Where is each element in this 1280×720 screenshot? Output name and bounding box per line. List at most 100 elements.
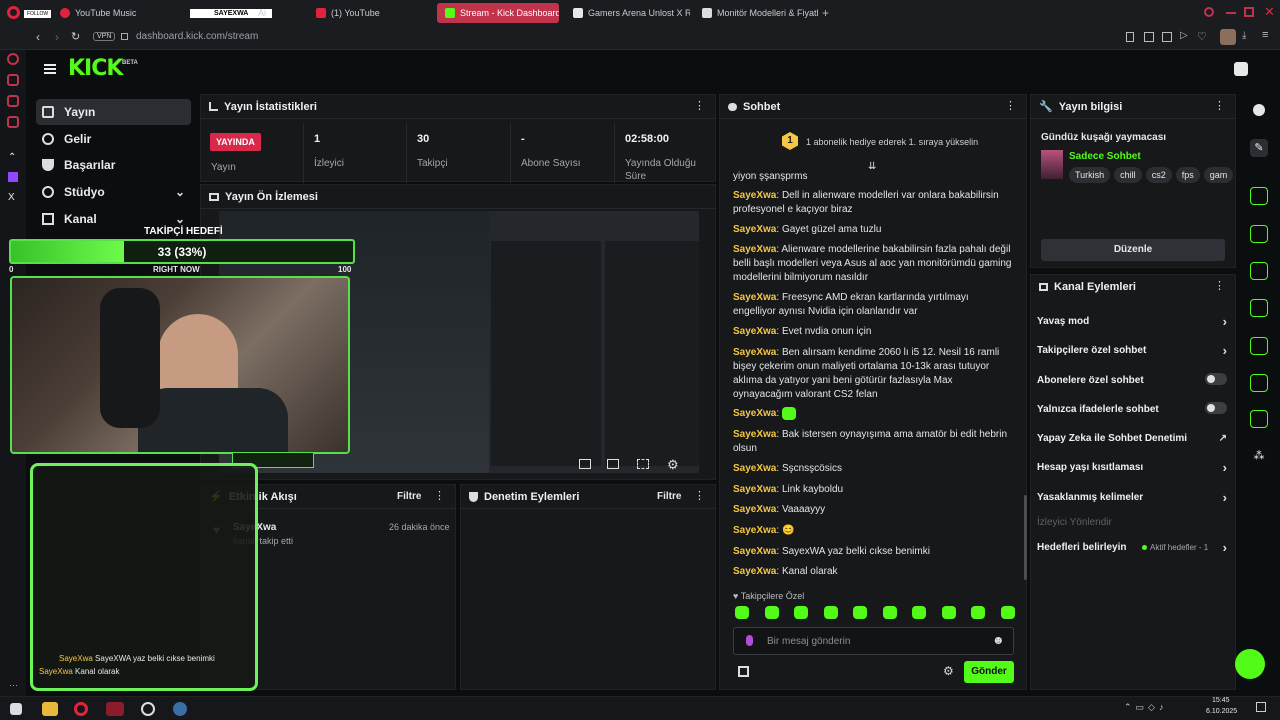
send-button[interactable]: Gönder xyxy=(964,661,1014,683)
chat-username[interactable]: SayeXwa xyxy=(733,546,776,557)
chat-bubble-icon[interactable] xyxy=(1250,299,1268,317)
reload-icon[interactable]: ↻ xyxy=(71,30,80,43)
layers-icon[interactable] xyxy=(1250,374,1268,392)
filter-button[interactable]: Filtre xyxy=(657,491,681,502)
chat-username[interactable]: SayeXwa xyxy=(733,525,776,536)
filter-button[interactable]: Filtre xyxy=(397,491,421,502)
fullscreen-icon[interactable] xyxy=(637,459,649,469)
menu-icon[interactable]: ≡ xyxy=(1262,29,1268,41)
more-options-icon[interactable]: ⋮ xyxy=(434,491,445,502)
chat-username[interactable]: SayeXwa xyxy=(733,190,776,201)
chat-input[interactable]: Bir mesaj gönderin ☻ xyxy=(733,627,1014,655)
microphone-icon[interactable] xyxy=(746,635,753,646)
chat-username[interactable]: SayeXwa xyxy=(733,566,776,577)
support-headset-icon[interactable] xyxy=(1235,649,1265,679)
tag[interactable]: Turkish xyxy=(1069,167,1111,183)
speed-dial-icon[interactable] xyxy=(7,53,19,65)
emote-icon[interactable] xyxy=(794,606,809,619)
chat-username[interactable]: SayeXwa xyxy=(733,429,776,440)
tab-youtube-music[interactable]: YouTube Music xyxy=(52,3,182,23)
vpn-badge[interactable]: VPN xyxy=(93,32,116,41)
twitch-icon[interactable] xyxy=(8,172,18,182)
more-options-icon[interactable]: ⋮ xyxy=(1214,101,1225,112)
wrench-icon[interactable] xyxy=(1250,410,1268,428)
profile-avatar[interactable] xyxy=(1220,29,1236,45)
category-thumbnail[interactable] xyxy=(1041,150,1063,179)
emote-icon[interactable] xyxy=(735,606,749,619)
document-icon[interactable] xyxy=(1250,262,1268,280)
instagram-icon[interactable] xyxy=(7,116,19,128)
subscribers-only-toggle[interactable] xyxy=(1205,373,1227,385)
action-slow-mode[interactable]: Yavaş mod › xyxy=(1037,314,1227,329)
nav-item-yayin[interactable]: Yayın xyxy=(36,99,191,125)
tag[interactable]: cs2 xyxy=(1145,167,1172,183)
user-menu-icon[interactable] xyxy=(1234,62,1248,76)
system-tray[interactable]: ⌃▭◇♪ xyxy=(1124,702,1204,714)
steam-icon[interactable] xyxy=(173,702,187,716)
bolt-icon[interactable] xyxy=(1250,225,1268,243)
extensions-icon[interactable] xyxy=(1162,32,1172,42)
chat-username[interactable]: SayeXwa xyxy=(733,292,776,303)
tag[interactable]: fps xyxy=(1175,167,1200,183)
action-ai-moderation[interactable]: Yapay Zeka ile Sohbet Denetimi ↗ xyxy=(1037,433,1227,444)
info-icon[interactable] xyxy=(1250,101,1268,119)
emote-icon[interactable] xyxy=(882,606,897,619)
notifications-icon[interactable] xyxy=(1256,702,1266,712)
more-options-icon[interactable]: ⋮ xyxy=(694,491,705,502)
tab-ai[interactable]: Ai xyxy=(250,3,305,23)
tab-youtube[interactable]: (1) YouTube xyxy=(308,3,428,23)
emote-icon[interactable] xyxy=(853,606,868,619)
tab-kick-dashboard[interactable]: Stream - Kick Dashboard xyxy=(437,3,559,23)
minimize-icon[interactable] xyxy=(1226,12,1236,14)
chat-username[interactable]: SayeXwa xyxy=(733,463,776,474)
emote-icon[interactable] xyxy=(941,606,956,619)
emotes-only-toggle[interactable] xyxy=(1205,402,1227,414)
action-banned-words[interactable]: Yasaklanmış kelimeler › xyxy=(1037,490,1227,505)
broadcast-signal-icon[interactable] xyxy=(1250,337,1268,355)
nav-item-studyo[interactable]: Stüdyo ⌄ xyxy=(36,179,191,205)
hamburger-icon[interactable] xyxy=(44,64,56,74)
messenger-icon[interactable] xyxy=(7,95,19,107)
voicemeeter-icon[interactable] xyxy=(106,702,124,716)
more-options-icon[interactable]: ⋮ xyxy=(1214,281,1225,292)
opera-taskbar-icon[interactable] xyxy=(74,702,88,716)
kick-logo[interactable]: KICK xyxy=(68,56,123,81)
snapshot-icon[interactable] xyxy=(1144,32,1154,42)
pip-icon[interactable] xyxy=(579,459,591,469)
download-icon[interactable]: ⤓ xyxy=(1242,30,1246,41)
theater-icon[interactable] xyxy=(607,459,619,469)
clock-time[interactable]: 15:45 xyxy=(1212,697,1230,704)
forward-icon[interactable]: › xyxy=(55,30,59,44)
chat-username[interactable]: SayeXwa xyxy=(733,408,776,419)
windows-start-icon[interactable] xyxy=(10,703,22,715)
emote-icon[interactable] xyxy=(823,606,838,619)
file-explorer-icon[interactable] xyxy=(42,702,58,716)
chat-username[interactable]: SayeXwa xyxy=(733,244,776,255)
gift-icon[interactable] xyxy=(738,666,749,677)
emote-icon[interactable] xyxy=(912,606,927,619)
x-icon[interactable]: X xyxy=(8,192,15,203)
edit-button[interactable]: Düzenle xyxy=(1041,239,1225,261)
action-account-age[interactable]: Hesap yaşı kısıtlaması › xyxy=(1037,460,1227,475)
new-tab-icon[interactable]: + xyxy=(822,6,829,20)
more-options-icon[interactable]: ⋮ xyxy=(694,101,705,112)
action-set-goals[interactable]: Hedefleri belirleyin Aktif hedefler - 1 … xyxy=(1037,540,1227,555)
nav-item-basarilar[interactable]: Başarılar xyxy=(36,152,191,178)
chat-username[interactable]: SayeXwa xyxy=(733,504,776,515)
more-options-icon[interactable]: ⋮ xyxy=(1005,101,1016,112)
url-field[interactable]: dashboard.kick.com/stream xyxy=(136,31,258,42)
tag[interactable]: gam xyxy=(1203,167,1234,183)
back-icon[interactable]: ‹ xyxy=(36,30,40,44)
pencil-icon[interactable]: ✎ xyxy=(1250,139,1268,157)
nav-item-gelir[interactable]: Gelir xyxy=(36,126,191,152)
heart-icon[interactable]: ♡ xyxy=(1197,30,1207,43)
chat-username[interactable]: SayeXwa xyxy=(733,224,776,235)
obs-icon[interactable] xyxy=(141,702,155,716)
chat-username[interactable]: SayeXwa xyxy=(733,326,776,337)
tab-monitor-models[interactable]: Monitör Modelleri & Fiyatl xyxy=(694,3,819,23)
maximize-icon[interactable] xyxy=(1244,7,1254,17)
emote-icon[interactable] xyxy=(971,606,986,619)
emote-icon[interactable] xyxy=(1000,606,1015,619)
chat-scrollbar[interactable] xyxy=(1024,495,1027,580)
chat-settings-icon[interactable]: ⚙ xyxy=(943,664,954,678)
